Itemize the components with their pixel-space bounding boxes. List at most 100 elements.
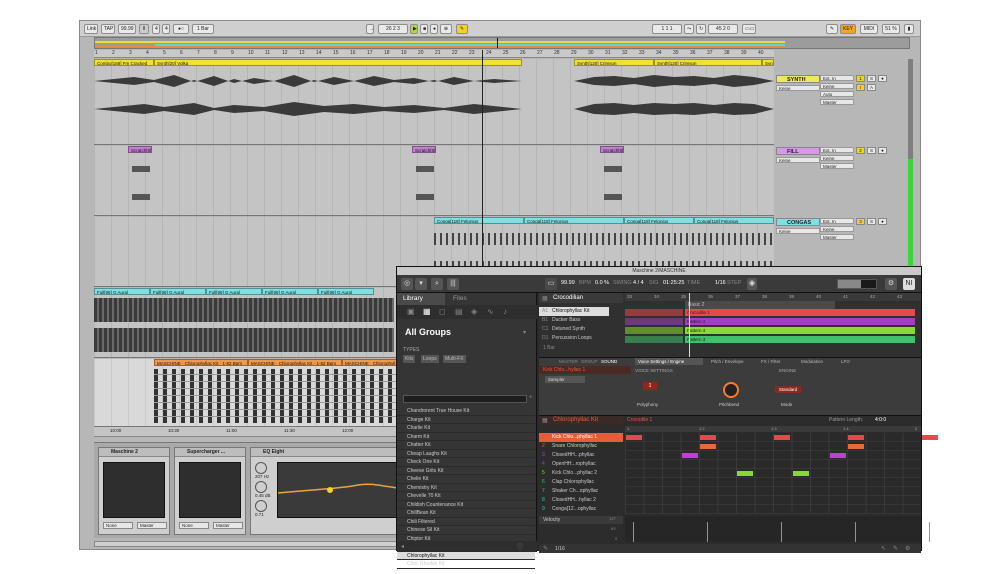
tempo-value[interactable]: 99.99 [561, 280, 575, 286]
plugin-slot[interactable]: Kick Chlo...hyllac 1 [539, 366, 631, 374]
metronome-button[interactable]: ●○ [173, 24, 189, 34]
pads-icon[interactable]: ▦ [542, 417, 548, 424]
freq-knob[interactable] [255, 462, 267, 474]
chevron-down-icon[interactable]: ▾ [523, 329, 526, 336]
arrangement-clip[interactable]: Synth[120] Crimson [654, 59, 762, 66]
menu-icon[interactable]: ▾ [415, 278, 427, 290]
arrangement-clip[interactable]: Synth[20] Volka [154, 59, 522, 66]
solo-button[interactable]: S [867, 218, 876, 225]
search-input[interactable] [403, 395, 527, 403]
tab-fx-filter[interactable]: FX / Filter [761, 358, 781, 365]
velocity-lane[interactable] [625, 516, 930, 542]
arrangement-clip[interactable]: Full[98] G Aural [318, 288, 374, 295]
track-synth[interactable]: Combo[168] Fm Cracked Synth[20] Volka Sy… [94, 59, 774, 145]
select-tool-icon[interactable]: ↖ [881, 545, 886, 552]
step-note[interactable] [774, 435, 790, 440]
arrangement-clip[interactable]: Scratch[8] [600, 146, 624, 153]
step-value[interactable]: 1/16 [715, 280, 726, 286]
arrangement-overview[interactable] [94, 37, 910, 49]
library-item[interactable]: Childish Countenance Kit [397, 501, 535, 509]
beat-time-ruler[interactable]: 1 2 3 4 5 6 7 8 9 10 11 12 13 14 15 16 17 18 19 20 21 22 23 24 2… [94, 50, 774, 58]
arrangement-clip[interactable]: Synth[120] Crimson [574, 59, 654, 66]
device-title[interactable]: Supercharger ... [175, 448, 245, 457]
polyphony-value[interactable]: 1 [643, 382, 657, 390]
sound-row[interactable]: 3 ClosedHH...phyllac [539, 451, 623, 460]
tab-voice-settings[interactable]: Voice Settings / Engine [635, 358, 703, 365]
group-row[interactable]: A1 Chlorophyllac Kit [539, 307, 609, 316]
velocity-bar[interactable] [781, 522, 782, 542]
track-header-synth[interactable]: SYNTH Keine [776, 75, 820, 91]
library-item[interactable]: Charm Kit [397, 433, 535, 441]
swing-value[interactable]: 0.0 % [595, 280, 609, 286]
arrangement-clip[interactable]: Combo[168] Fm Cracked [94, 59, 154, 66]
instrument-icon[interactable]: ▤ [455, 307, 463, 316]
step-note[interactable] [922, 435, 938, 440]
pencil-icon[interactable]: ✎ [893, 545, 898, 552]
add-icon[interactable]: + [529, 395, 533, 401]
library-item[interactable]: Chelie Kit [397, 475, 535, 484]
arrangement-clip[interactable]: Conga[118] Felonius [624, 217, 694, 224]
mixer-icon[interactable]: ||| [447, 278, 459, 290]
overdub-button[interactable]: ⊕ [440, 24, 452, 34]
device-select[interactable]: Master [137, 522, 167, 529]
step-note[interactable] [700, 435, 716, 440]
type-tag[interactable]: Kits [403, 355, 416, 363]
search-icon[interactable]: ⌕ [431, 278, 443, 290]
tab-pitch-envelope[interactable]: Pitch / Envelope [711, 358, 744, 365]
pattern-name[interactable]: Crocodile 1 [627, 416, 652, 425]
step-grid[interactable] [625, 433, 938, 514]
input-channel-select[interactable]: Keine [820, 83, 854, 89]
sound-row[interactable]: 5 Kick Chlo...phyllac 2 [539, 469, 623, 478]
sound-row[interactable]: 2 Snare Chlorophyllac [539, 442, 623, 451]
device-select[interactable]: None [103, 522, 133, 529]
library-item[interactable]: Chandrorent True House Kit [397, 407, 535, 416]
loop-button[interactable]: ↻ [696, 24, 706, 34]
arrangement-clip[interactable]: Scratch[8] [128, 146, 152, 153]
input-channel-select[interactable]: Keine [820, 155, 854, 161]
sound-row[interactable]: 4 OpenHH...rophyllac [539, 460, 623, 469]
sound-row[interactable]: 7 Shaker Ch...ophyllac [539, 487, 623, 496]
maschine-logo-icon[interactable]: ◎ [401, 278, 413, 290]
device-supercharger[interactable]: Supercharger ... None Master [174, 447, 246, 535]
track-name[interactable]: SYNTH [776, 75, 820, 83]
track-input-select[interactable]: Keine [776, 157, 820, 163]
library-item[interactable]: Chatter Kit [397, 441, 535, 450]
section-label[interactable]: Basic 2 [685, 301, 835, 309]
sound-row[interactable]: 1 Kick Chlo...phyllac 1 [539, 433, 623, 442]
track-io-fill[interactable]: Ext. In Keine Master [820, 147, 854, 171]
library-item[interactable]: ChillBean Kit [397, 509, 535, 518]
track-activator[interactable]: 1 [856, 75, 865, 82]
library-item[interactable]: Chemistry Kit [397, 484, 535, 492]
arrangement-clip[interactable]: Full[98] G Aural [94, 288, 150, 295]
tab-master[interactable]: MASTER [559, 358, 578, 365]
ni-logo-icon[interactable]: NI [903, 278, 915, 290]
output-select[interactable]: Master [820, 163, 854, 169]
tab-sound[interactable]: SOUND [601, 358, 617, 365]
track-io-congas[interactable]: Ext. In Keine Master [820, 218, 854, 242]
automation-arm-button[interactable]: ✎ [456, 24, 468, 34]
pattern-clip[interactable]: Pattern 3 [685, 336, 915, 343]
arrangement-clip[interactable]: Full[98] G Aural [262, 288, 318, 295]
sound-row[interactable]: 8 ClosedHH...hyllac 2 [539, 496, 623, 505]
track-io-synth[interactable]: Ext. In Keine Auto Master [820, 75, 854, 107]
nudge-button[interactable]: II [139, 24, 149, 34]
step-note[interactable] [829, 453, 846, 458]
library-item[interactable]: Cheese Grits Kit [397, 467, 535, 475]
step-note[interactable] [700, 444, 716, 449]
monitor-auto-button[interactable]: A [867, 84, 876, 91]
tab-files[interactable]: Files [447, 293, 487, 305]
arrangement-clip[interactable]: Full[98] G Aural [206, 288, 262, 295]
arranger-icon[interactable]: ▭ [545, 278, 557, 290]
arrangement-clip[interactable]: MASCHINE · Chlorophyllac Kit · 1-82 Bpm [154, 359, 248, 366]
arrangement-clip[interactable]: Conga[118] Felonius [434, 217, 524, 224]
arm-button[interactable]: ● [878, 218, 887, 225]
step-note[interactable] [792, 471, 809, 476]
group-row[interactable]: C1 Detuned Synth [539, 325, 609, 334]
input-type-select[interactable]: Ext. In [820, 147, 854, 153]
effect-icon[interactable]: ◈ [471, 307, 477, 316]
group-icon[interactable]: ▦ [423, 307, 431, 316]
library-category[interactable]: All Groups [405, 327, 451, 337]
library-item[interactable]: Chili Filtered [397, 518, 535, 526]
velocity-bar[interactable] [707, 522, 708, 542]
midi-map-button[interactable]: MIDI [860, 24, 878, 34]
